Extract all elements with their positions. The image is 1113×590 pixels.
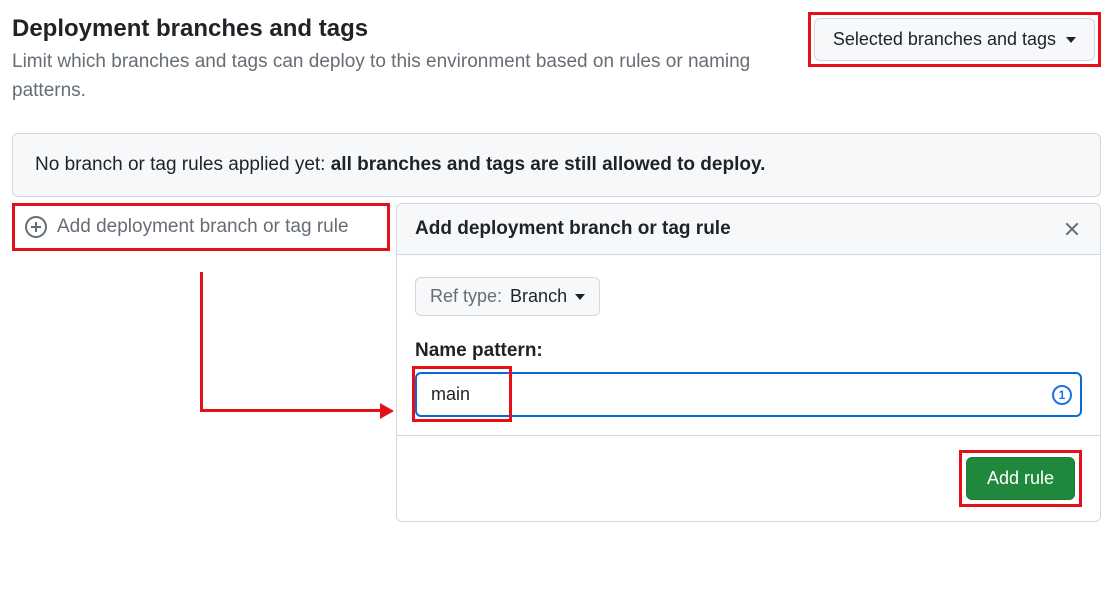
dialog-body: Ref type: Branch Name pattern: 1 — [397, 255, 1100, 435]
close-icon[interactable] — [1062, 219, 1082, 239]
caret-down-icon — [1066, 37, 1076, 43]
name-pattern-field-wrap: 1 — [415, 372, 1082, 417]
annotation-highlight-submit: Add rule — [959, 450, 1082, 507]
add-rule-submit-button[interactable]: Add rule — [966, 457, 1075, 500]
rules-status-emphasis: all branches and tags are still allowed … — [331, 154, 766, 175]
rules-status-panel: No branch or tag rules applied yet: all … — [12, 133, 1101, 197]
ref-type-dropdown[interactable]: Ref type: Branch — [415, 277, 600, 316]
dialog-title: Add deployment branch or tag rule — [415, 218, 731, 240]
name-pattern-input[interactable] — [415, 372, 1082, 417]
rules-status-prefix: No branch or tag rules applied yet: — [35, 154, 331, 175]
dialog-header: Add deployment branch or tag rule — [397, 204, 1100, 255]
caret-down-icon — [575, 294, 585, 300]
section-description: Limit which branches and tags can deploy… — [12, 48, 752, 105]
branch-scope-dropdown-label: Selected branches and tags — [833, 29, 1056, 50]
section-header: Deployment branches and tags Limit which… — [12, 14, 1101, 105]
add-deployment-rule-button[interactable]: Add deployment branch or tag rule — [15, 206, 387, 248]
branch-scope-dropdown[interactable]: Selected branches and tags — [814, 18, 1095, 61]
add-rule-dialog: Add deployment branch or tag rule Ref ty… — [396, 203, 1101, 522]
ref-type-label: Ref type: — [430, 286, 502, 307]
annotation-highlight-dropdown: Selected branches and tags — [808, 12, 1101, 67]
password-manager-icon[interactable]: 1 — [1052, 385, 1072, 405]
add-deployment-rule-label: Add deployment branch or tag rule — [57, 216, 349, 238]
section-header-text: Deployment branches and tags Limit which… — [12, 14, 752, 105]
dialog-footer: Add rule — [397, 435, 1100, 521]
section-title: Deployment branches and tags — [12, 14, 752, 44]
plus-circle-icon — [25, 216, 47, 238]
name-pattern-label: Name pattern: — [415, 340, 1082, 362]
annotation-highlight-add-rule: Add deployment branch or tag rule — [12, 203, 390, 251]
annotation-arrow-horizontal — [200, 409, 380, 412]
ref-type-value: Branch — [510, 286, 567, 307]
annotation-arrow-head-icon — [380, 403, 394, 419]
annotation-arrow-vertical — [200, 272, 203, 412]
